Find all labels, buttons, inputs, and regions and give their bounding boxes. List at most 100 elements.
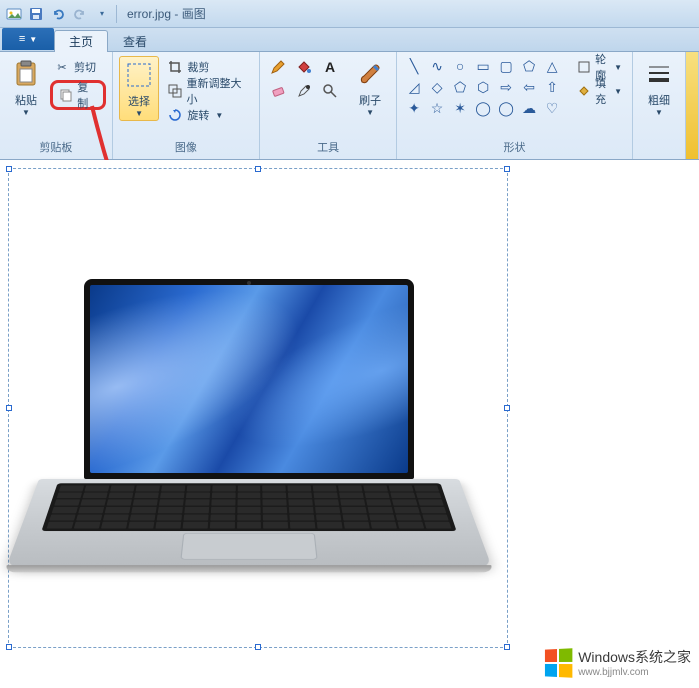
cut-label: 剪切 (74, 59, 96, 75)
appname-text: 画图 (182, 7, 206, 21)
windows-logo-icon (545, 648, 572, 677)
canvas-area (0, 160, 699, 688)
thickness-icon (643, 58, 675, 90)
resize-icon (167, 83, 182, 99)
selection-canvas[interactable] (8, 168, 508, 648)
chevron-down-icon: ▼ (29, 35, 37, 44)
pencil-tool[interactable] (266, 56, 290, 78)
shape-pentagon[interactable]: ⬠ (449, 77, 471, 97)
group-tools-label: 工具 (266, 137, 390, 157)
chevron-down-icon: ▼ (366, 108, 374, 117)
undo-icon[interactable] (48, 4, 68, 24)
shape-callout-cloud[interactable]: ☁ (518, 98, 540, 118)
chevron-down-icon: ▼ (22, 108, 30, 117)
laptop-screen-bezel (84, 279, 414, 479)
rotate-icon (167, 107, 183, 123)
cut-button[interactable]: ✂ 剪切 (50, 56, 106, 78)
chevron-down-icon: ▼ (655, 108, 663, 117)
select-button[interactable]: 选择 ▼ (119, 56, 160, 121)
fill-tool[interactable] (292, 56, 316, 78)
watermark: Windows系统之家 www.bjjmlv.com (544, 647, 691, 678)
magnifier-tool[interactable] (318, 80, 342, 102)
handle-sw[interactable] (6, 644, 12, 650)
color-picker-tool[interactable] (292, 80, 316, 102)
canvas-image-laptop (39, 279, 459, 624)
tab-view[interactable]: 查看 (108, 30, 162, 52)
shape-oval[interactable]: ○ (449, 56, 471, 76)
fill-button[interactable]: 填充 ▼ (573, 80, 626, 102)
shape-callout-oval[interactable]: ◯ (495, 98, 517, 118)
paste-label: 粘贴 (15, 92, 37, 108)
separator (116, 5, 117, 23)
laptop-deck (6, 479, 492, 568)
handle-e[interactable] (504, 405, 510, 411)
handle-n[interactable] (255, 166, 261, 172)
group-thickness-label-spacer (639, 141, 679, 157)
shape-roundrect[interactable]: ▢ (495, 56, 517, 76)
thickness-label: 粗细 (648, 92, 670, 108)
group-image: 选择 ▼ 裁剪 重新调整大小 (113, 52, 260, 159)
redo-icon[interactable] (70, 4, 90, 24)
app-icon[interactable] (4, 4, 24, 24)
resize-button[interactable]: 重新调整大小 (163, 80, 253, 102)
shape-star4[interactable]: ✦ (403, 98, 425, 118)
shape-arrow-left[interactable]: ⇦ (518, 77, 540, 97)
laptop-keyboard (41, 483, 456, 531)
watermark-sub: www.bjjmlv.com (578, 667, 691, 678)
select-icon (123, 59, 155, 91)
shape-star6[interactable]: ✶ (449, 98, 471, 118)
crop-label: 裁剪 (187, 59, 209, 75)
shape-triangle[interactable]: △ (541, 56, 563, 76)
tool-grid: A (266, 56, 342, 126)
outline-icon (577, 59, 591, 75)
laptop-touchpad (180, 533, 317, 560)
text-tool[interactable]: A (318, 56, 342, 78)
shape-curve[interactable]: ∿ (426, 56, 448, 76)
save-icon[interactable] (26, 4, 46, 24)
handle-ne[interactable] (504, 166, 510, 172)
shape-hexagon[interactable]: ⬡ (472, 77, 494, 97)
handle-se[interactable] (504, 644, 510, 650)
shape-line[interactable]: ╲ (403, 56, 425, 76)
chevron-down-icon: ▼ (215, 111, 223, 120)
shape-arrow-up[interactable]: ⇧ (541, 77, 563, 97)
qat-dropdown-icon[interactable]: ▾ (92, 4, 112, 24)
copy-icon (59, 87, 73, 103)
handle-w[interactable] (6, 405, 12, 411)
paste-icon (10, 58, 42, 90)
copy-button[interactable]: 复制 (55, 84, 101, 106)
chevron-down-icon: ▼ (614, 87, 622, 96)
group-colors-partial (686, 52, 699, 159)
shape-diamond[interactable]: ◇ (426, 77, 448, 97)
shape-star5[interactable]: ☆ (426, 98, 448, 118)
eraser-tool[interactable] (266, 80, 290, 102)
tab-row: ≡ ▼ 主页 查看 (0, 28, 699, 52)
group-thickness: 粗细 ▼ (633, 52, 686, 159)
brush-label: 刷子 (359, 92, 381, 108)
resize-label: 重新调整大小 (187, 75, 250, 107)
laptop-screen (90, 285, 408, 473)
tab-home[interactable]: 主页 (54, 30, 108, 52)
shape-right-triangle[interactable]: ◿ (403, 77, 425, 97)
group-clipboard: 粘贴 ▼ ✂ 剪切 复制 剪贴板 (0, 52, 113, 159)
chevron-down-icon: ▼ (614, 63, 622, 72)
thickness-button[interactable]: 粗细 ▼ (639, 56, 679, 119)
rotate-button[interactable]: 旋转 ▼ (163, 104, 253, 126)
handle-s[interactable] (255, 644, 261, 650)
group-shapes-label: 形状 (403, 137, 626, 157)
select-label: 选择 (128, 93, 150, 109)
handle-nw[interactable] (6, 166, 12, 172)
fill-label: 填充 (595, 75, 608, 107)
paste-button[interactable]: 粘贴 ▼ (6, 56, 46, 119)
shape-gallery[interactable]: ╲ ∿ ○ ▭ ▢ ⬠ △ ◿ ◇ ⬠ ⬡ ⇨ ⇦ ⇧ ✦ ☆ ✶ ◯ ◯ ☁ (403, 56, 563, 118)
shape-callout-round[interactable]: ◯ (472, 98, 494, 118)
filename-text: error.jpg (127, 7, 171, 21)
shape-arrow-right[interactable]: ⇨ (495, 77, 517, 97)
shape-rect[interactable]: ▭ (472, 56, 494, 76)
shape-heart[interactable]: ♡ (541, 98, 563, 118)
brush-button[interactable]: 刷子 ▼ (350, 56, 390, 119)
shape-polygon[interactable]: ⬠ (518, 56, 540, 76)
group-clipboard-label: 剪贴板 (6, 137, 106, 157)
file-menu-icon: ≡ (19, 33, 25, 45)
file-tab[interactable]: ≡ ▼ (2, 28, 54, 50)
